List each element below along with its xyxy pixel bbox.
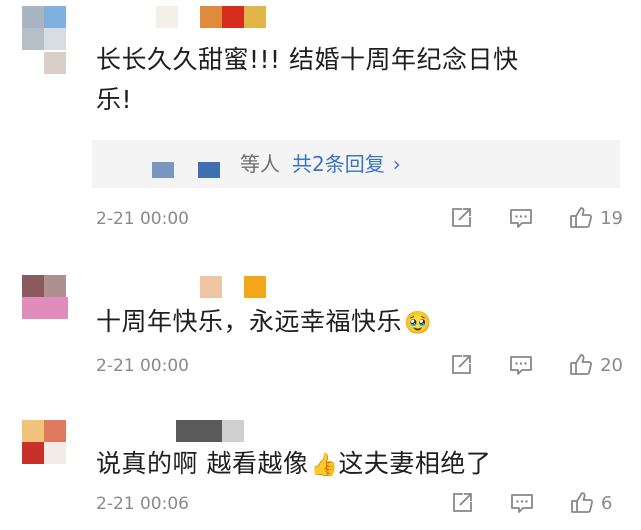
comment-item-1: 长长久久甜蜜!!! 结婚十周年纪念日快 乐! 等人 共2条回复 › 2-21 00:… <box>0 0 641 245</box>
share-icon[interactable] <box>449 490 475 516</box>
like-icon[interactable] <box>569 490 595 516</box>
avatar[interactable] <box>22 275 68 321</box>
replies-box[interactable]: 等人 共2条回复 › <box>92 140 620 188</box>
comment-actions: 19 <box>448 205 623 231</box>
comment-text-line: 乐! <box>96 85 133 114</box>
reply-avatars-blurred <box>152 154 232 178</box>
comment-text: 说真的啊 越看越像👍这夫妻相绝了 <box>96 444 491 486</box>
comment-time: 2-21 00:00 <box>96 356 189 376</box>
share-icon[interactable] <box>448 205 474 231</box>
reply-prefix: 等人 <box>240 152 280 176</box>
avatar[interactable] <box>22 420 68 466</box>
thumbs-up-icon: 👍 <box>310 453 339 478</box>
comment-text-line: 长长久久甜蜜!!! 结婚十周年纪念日快 <box>96 45 519 74</box>
comment-text-line: 说真的啊 越看越像 <box>96 449 309 478</box>
comment-actions: 20 <box>448 352 623 378</box>
like-icon[interactable] <box>568 205 594 231</box>
reply-count-link[interactable]: 共2条回复 <box>292 152 385 176</box>
like-icon[interactable] <box>568 352 594 378</box>
comment-actions: 6 <box>449 490 623 516</box>
username-blurred[interactable] <box>156 6 276 30</box>
comment-icon[interactable] <box>508 205 534 231</box>
chevron-right-icon: › <box>392 152 401 176</box>
comment-text: 十周年快乐，永远幸福快乐🥹 <box>96 302 432 344</box>
crying-face-icon: 🥹 <box>404 311 432 336</box>
replies-summary[interactable]: 等人 共2条回复 › <box>240 150 401 178</box>
comment-time: 2-21 00:00 <box>96 209 189 229</box>
comment-text-line: 这夫妻相绝了 <box>338 449 492 478</box>
comment-time: 2-21 00:06 <box>96 494 189 514</box>
share-icon[interactable] <box>448 352 474 378</box>
avatar[interactable] <box>22 6 68 76</box>
like-count: 19 <box>600 207 623 229</box>
username-blurred[interactable] <box>200 276 270 298</box>
comment-icon[interactable] <box>509 490 535 516</box>
comment-text-line: 十周年快乐，永远幸福快乐 <box>96 307 403 336</box>
comment-text: 长长久久甜蜜!!! 结婚十周年纪念日快 乐! <box>96 40 519 120</box>
like-count: 6 <box>601 492 613 514</box>
comment-icon[interactable] <box>508 352 534 378</box>
like-count: 20 <box>600 354 623 376</box>
username-blurred[interactable] <box>176 420 266 442</box>
